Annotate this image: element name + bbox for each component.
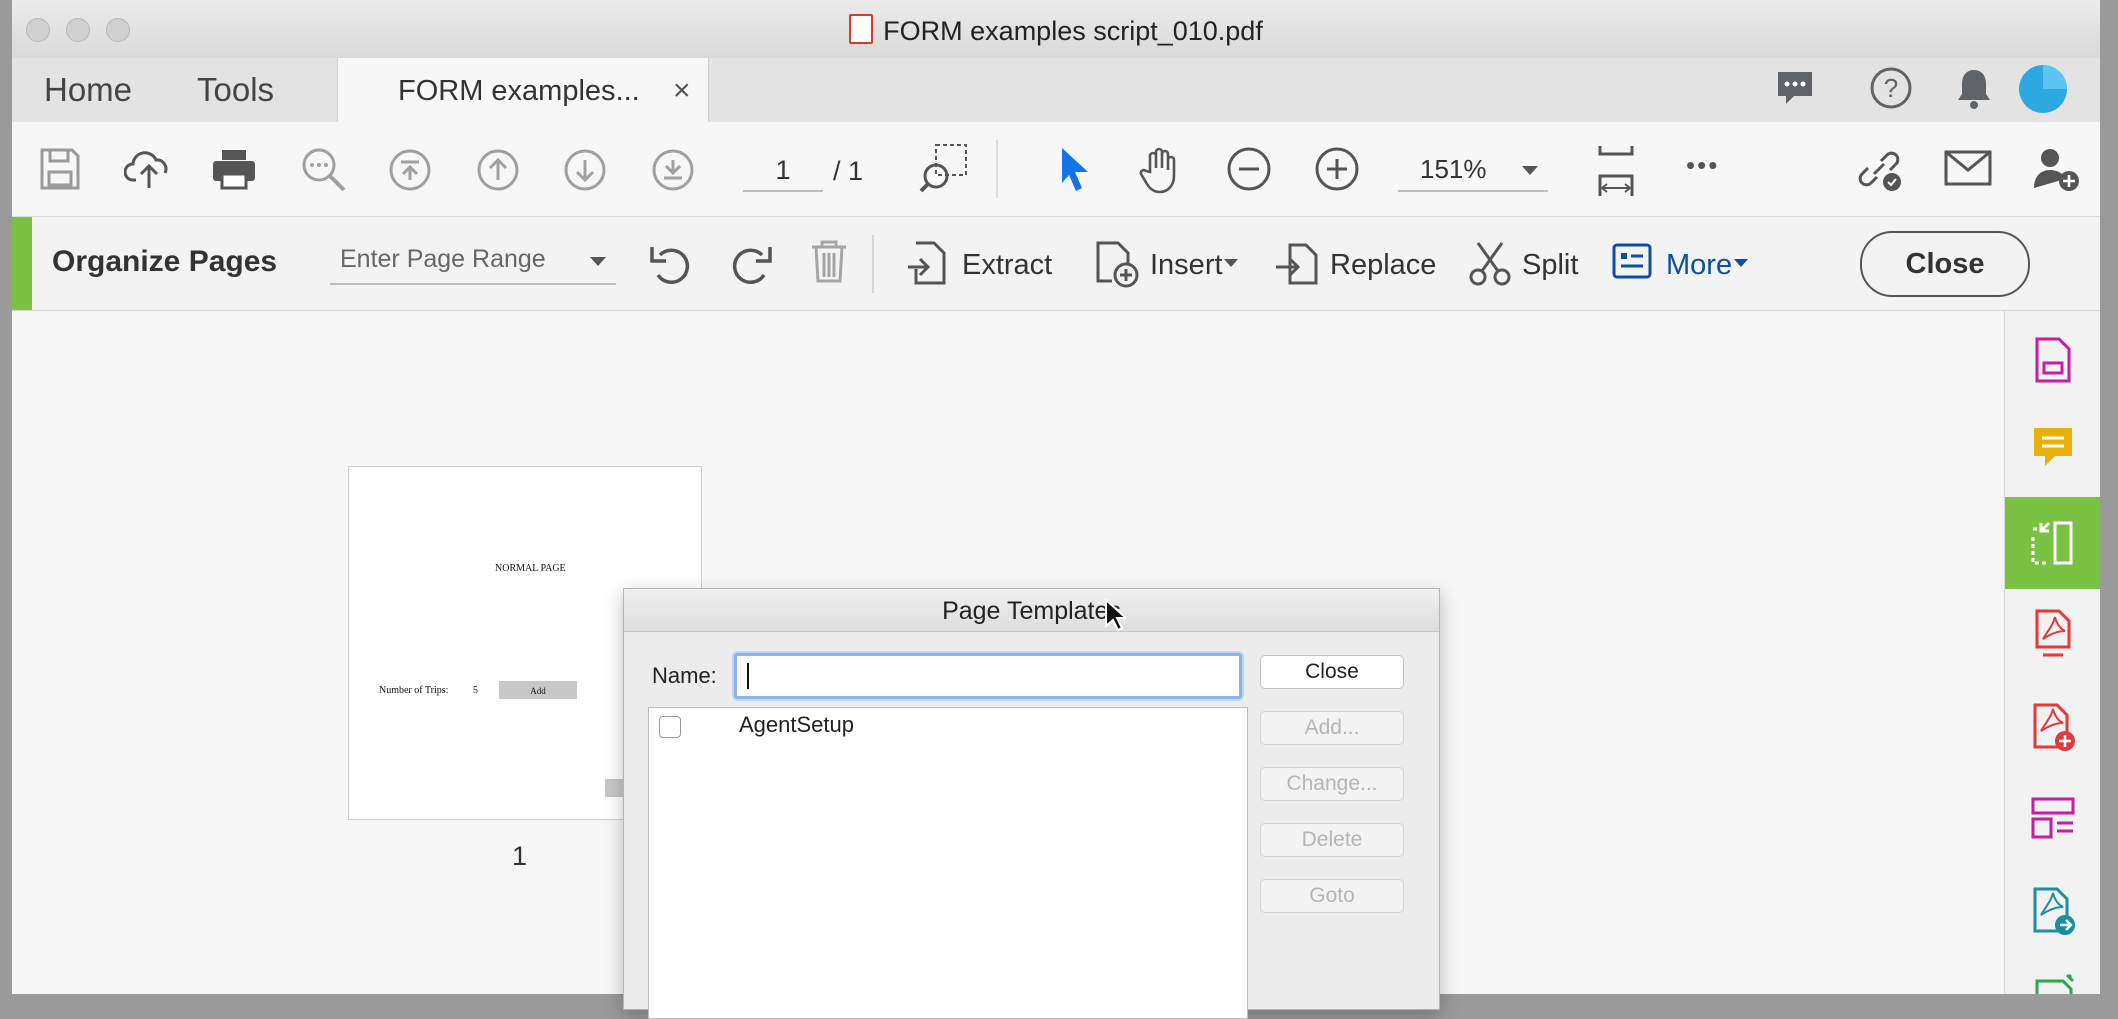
print-icon[interactable] [210, 146, 258, 192]
delete-template-button[interactable]: Delete [1260, 823, 1404, 857]
extract-label: Extract [962, 249, 1053, 281]
page-total: / 1 [833, 156, 864, 186]
svg-text:?: ? [1884, 73, 1898, 103]
thumbnail-heading: NORMAL PAGE [495, 563, 566, 574]
main-toolbar: 1 / 1 151% ••• [12, 122, 2100, 217]
notification-bell-icon[interactable] [1954, 66, 1994, 110]
organize-pages-icon [2031, 521, 2073, 565]
tab-document[interactable]: FORM examples... × [337, 58, 709, 123]
split-label: Split [1522, 249, 1579, 281]
upload-icon[interactable] [124, 146, 174, 192]
add-user-icon[interactable] [2032, 144, 2082, 194]
templates-list[interactable]: AgentSetup [648, 707, 1248, 1019]
comment-tool-icon[interactable] [2031, 425, 2075, 471]
template-visibility-checkbox[interactable] [659, 716, 681, 738]
next-page-icon[interactable] [563, 148, 607, 192]
insert-icon [1096, 241, 1139, 288]
zoom-select[interactable]: 151% [1398, 152, 1548, 192]
share-link-icon[interactable] [1854, 144, 1904, 194]
list-settings-icon [1612, 243, 1652, 279]
tab-tools[interactable]: Tools [197, 58, 274, 122]
email-icon[interactable] [1944, 150, 1992, 186]
first-page-icon[interactable] [388, 148, 432, 192]
avatar[interactable] [2018, 64, 2068, 114]
insert-label: Insert [1150, 249, 1223, 281]
organize-accent-bar [12, 217, 32, 310]
thumbnail-add-label: Add [530, 686, 546, 696]
select-cursor-icon[interactable] [1056, 144, 1092, 194]
replace-label: Replace [1330, 249, 1437, 281]
edit-pdf-icon[interactable] [2031, 701, 2077, 753]
export-pdf-icon[interactable] [2033, 607, 2073, 659]
help-icon[interactable]: ? [1869, 66, 1913, 110]
page-number-input[interactable]: 1 [743, 152, 823, 192]
more-tools-icon[interactable]: ••• [1686, 150, 1719, 181]
title-bar: FORM examples script_010.pdf [12, 0, 2100, 59]
toolbar-divider [996, 140, 998, 198]
zoom-in-icon[interactable] [1314, 146, 1360, 192]
tab-home[interactable]: Home [44, 58, 132, 122]
send-for-review-icon[interactable] [2031, 885, 2077, 937]
change-template-button[interactable]: Change... [1260, 767, 1404, 801]
more-tools-pane-icon[interactable] [2031, 973, 2077, 994]
replace-icon [1276, 243, 1318, 285]
chevron-down-icon [1224, 259, 1238, 267]
chevron-down-icon [590, 257, 606, 266]
rotate-right-icon[interactable] [726, 241, 774, 285]
document-tab-label: FORM examples... [398, 75, 640, 107]
right-tools-pane [2004, 311, 2100, 994]
page-templates-dialog: Page Templates Name: AgentSetup Close Ad… [623, 588, 1440, 1019]
thumbnail-field-label: Number of Trips: [379, 685, 449, 696]
hand-icon[interactable] [1136, 144, 1186, 194]
page-range-placeholder: Enter Page Range [340, 245, 546, 273]
more-label: More [1666, 249, 1733, 281]
window-title-text: FORM examples script_010.pdf [883, 16, 1263, 46]
text-caret [747, 663, 749, 689]
thumbnail-field-value: 5 [473, 685, 478, 696]
list-item[interactable]: AgentSetup [649, 708, 1247, 744]
forms-icon[interactable] [2029, 795, 2077, 843]
window-title: FORM examples script_010.pdf [12, 14, 2100, 47]
page-number-label: 1 [512, 841, 528, 871]
organize-divider [872, 235, 874, 293]
close-organize-button[interactable]: Close [1860, 231, 2030, 297]
page-range-select[interactable]: Enter Page Range [330, 239, 616, 285]
prev-page-icon[interactable] [476, 148, 520, 192]
pdf-file-icon [849, 14, 874, 44]
extract-icon [908, 241, 946, 285]
delete-icon[interactable] [808, 239, 850, 285]
comment-icon[interactable] [1774, 68, 1816, 108]
scissors-icon [1469, 242, 1511, 286]
dialog-title: Page Templates [624, 589, 1439, 632]
thumbnail-add-button: Add [499, 681, 577, 699]
template-name-input[interactable] [734, 653, 1242, 699]
mouse-pointer-icon [1105, 598, 1126, 632]
marquee-zoom-icon[interactable] [918, 142, 970, 194]
organize-pages-tool[interactable] [2005, 497, 2100, 589]
zoom-value: 151% [1420, 154, 1487, 184]
close-tab-icon[interactable]: × [673, 58, 691, 124]
rotate-left-icon[interactable] [648, 241, 696, 285]
goto-template-button[interactable]: Goto [1260, 879, 1404, 913]
add-template-button[interactable]: Add... [1260, 711, 1404, 745]
name-label: Name: [652, 663, 717, 688]
organize-pages-title: Organize Pages [52, 245, 278, 278]
fit-page-icon[interactable] [1596, 144, 1636, 198]
tab-bar: Home Tools FORM examples... × ? [12, 58, 2100, 123]
last-page-icon[interactable] [651, 148, 695, 192]
dialog-close-button[interactable]: Close [1260, 655, 1404, 689]
search-icon[interactable] [300, 146, 348, 194]
chevron-down-icon [1522, 166, 1538, 175]
template-item-label: AgentSetup [739, 712, 854, 737]
save-icon[interactable] [38, 146, 82, 192]
organize-pages-toolbar: Organize Pages Enter Page Range Extract … [12, 217, 2100, 311]
chevron-down-icon [1734, 259, 1748, 267]
create-pdf-icon[interactable] [2033, 335, 2073, 385]
zoom-out-icon[interactable] [1226, 146, 1272, 192]
